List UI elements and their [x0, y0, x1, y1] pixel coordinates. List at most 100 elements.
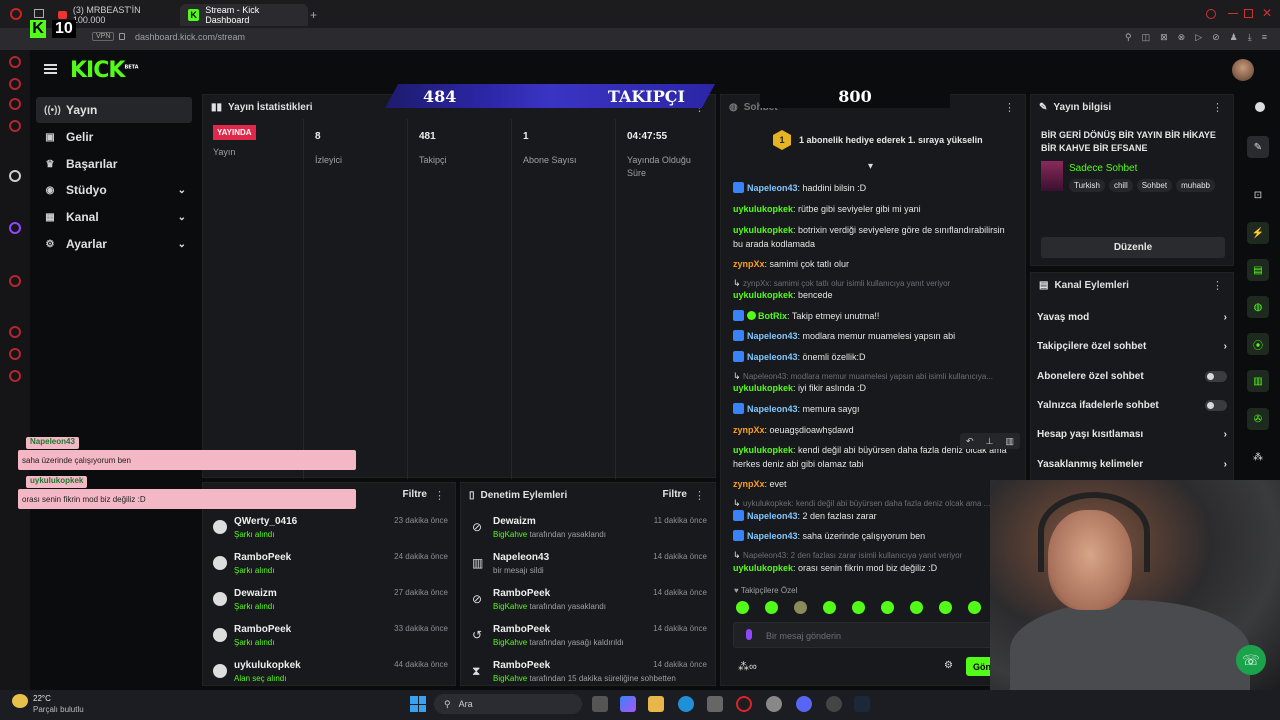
sidebar-app-icon[interactable] — [9, 78, 21, 90]
more-icon[interactable]: ⋮ — [1212, 279, 1223, 292]
taskbar-search[interactable]: ⚲ Ara — [434, 694, 582, 714]
download-icon[interactable]: ⤓ — [1248, 32, 1252, 43]
chat-icon[interactable]: ◍ — [1247, 296, 1269, 318]
chat-username[interactable]: zynpXx — [733, 479, 765, 489]
pin-icon[interactable]: ⚲ — [1125, 32, 1132, 43]
chat-username[interactable]: uykulukopkek — [733, 204, 793, 214]
avatar[interactable] — [1232, 59, 1254, 81]
edge-icon[interactable] — [678, 696, 694, 712]
chat-message[interactable]: BotRix: Takip etmeyi unutma!! — [733, 309, 1015, 323]
reply-icon[interactable]: ↶ — [966, 436, 974, 447]
emote-icon[interactable] — [881, 601, 894, 614]
chat-username[interactable]: uykulukopkek — [733, 225, 793, 235]
shield-icon[interactable]: ⊠ — [1160, 32, 1168, 43]
emote-icon[interactable] — [823, 601, 836, 614]
sidebar-item-ayarlar[interactable]: ⚙ Ayarlar ⌄ — [36, 231, 192, 257]
moderator-name[interactable]: BigKahve — [493, 530, 527, 539]
moderator-name[interactable]: BigKahve — [493, 674, 527, 683]
list-item[interactable]: RamboPeek Şarkı alındı 33 dakika önce — [234, 624, 448, 647]
sidebar-item-studyo[interactable]: ◉ Stüdyo ⌄ — [36, 177, 192, 203]
chat-username[interactable]: Napeleon43 — [747, 531, 798, 541]
channel-action-row[interactable]: Yasaklanmış kelimeler › — [1037, 459, 1227, 470]
close-icon[interactable]: ✕ — [1262, 6, 1272, 20]
bolt-icon[interactable]: ⚡ — [1247, 222, 1269, 244]
settings-icon[interactable] — [766, 696, 782, 712]
chat-message[interactable]: Napeleon43: önemli özellik:D — [733, 350, 1015, 364]
mic-icon[interactable] — [746, 629, 752, 640]
broadcast-icon[interactable]: ⦿ — [1247, 333, 1269, 355]
chat-username[interactable]: Napeleon43 — [747, 331, 798, 341]
search-icon[interactable] — [1206, 9, 1216, 19]
camera-icon[interactable]: ◫ — [1142, 32, 1151, 43]
discord-icon[interactable] — [796, 696, 812, 712]
list-item[interactable]: uykulukopkek Alan seç alındı 44 dakika önc… — [234, 660, 448, 683]
list-item[interactable]: Dewaizm BigKahve tarafından yasaklandı 11 … — [493, 516, 707, 539]
channel-action-row[interactable]: Yavaş mod › — [1037, 312, 1227, 323]
minimize-icon[interactable] — [1228, 13, 1238, 14]
url-field[interactable]: dashboard.kick.com/stream — [135, 32, 245, 42]
file-explorer-icon[interactable] — [648, 696, 664, 712]
windows-start-icon[interactable] — [410, 696, 426, 712]
maximize-icon[interactable] — [1244, 9, 1253, 18]
chat-message[interactable]: Napeleon43: saha üzerinde çalışıyorum be… — [733, 529, 1015, 543]
moderator-name[interactable]: BigKahve — [493, 602, 527, 611]
pinned-message[interactable]: 1 abonelik hediye ederek 1. sıraya yükse… — [799, 135, 983, 145]
emote-icon[interactable] — [852, 601, 865, 614]
more-icon[interactable]: ⋮ — [1004, 101, 1015, 114]
extension-icon[interactable]: ⊗ — [1178, 32, 1186, 43]
pin-icon[interactable]: ⊥ — [986, 436, 994, 447]
emote-icon[interactable] — [736, 601, 749, 614]
sidebar-app-icon[interactable] — [9, 170, 21, 182]
edit-button[interactable]: Düzenle — [1041, 237, 1225, 258]
obs-icon[interactable] — [826, 696, 842, 712]
copilot-icon[interactable] — [620, 696, 636, 712]
chat-message[interactable]: uykulukopkek: orası senin fikrin mod biz… — [733, 561, 1015, 575]
chat-username[interactable]: uykulukopkek — [733, 383, 793, 393]
channel-action-row[interactable]: Hesap yaşı kısıtlaması › — [1037, 429, 1227, 440]
chat-username[interactable]: Napeleon43 — [747, 352, 798, 362]
chat-username[interactable]: uykulukopkek — [733, 445, 793, 455]
channel-action-row[interactable]: Yalnızca ifadelerle sohbet — [1037, 399, 1227, 411]
edit-icon[interactable]: ✎ — [1247, 136, 1269, 158]
list-item[interactable]: RamboPeek Şarkı alındı 24 dakika önce — [234, 552, 448, 575]
menu-icon[interactable]: ≡ — [1262, 32, 1267, 43]
filter-button[interactable]: Filtre — [663, 489, 687, 500]
sidebar-app-icon[interactable] — [9, 275, 21, 287]
task-view-icon[interactable] — [592, 696, 608, 712]
chat-username[interactable]: zynpXx — [733, 425, 765, 435]
list-item[interactable]: RamboPeek BigKahve tarafından yasaklandı 1… — [493, 588, 707, 611]
channel-action-row[interactable]: Takipçilere özel sohbet › — [1037, 341, 1227, 352]
storage-icon[interactable]: ▥ — [1247, 370, 1269, 392]
chat-username[interactable]: Napeleon43 — [747, 183, 798, 193]
chat-username[interactable]: uykulukopkek — [733, 563, 793, 573]
chat-message[interactable]: uykulukopkek: bencede — [733, 288, 1015, 302]
chat-username[interactable]: Napeleon43 — [747, 511, 798, 521]
apps-icon[interactable]: ⁂ — [1247, 446, 1269, 468]
chat-username[interactable]: zynpXx — [733, 259, 765, 269]
flow-icon[interactable]: ⊘ — [1212, 32, 1220, 43]
opera-icon[interactable] — [736, 696, 752, 712]
settings-icon[interactable] — [9, 370, 21, 382]
chat-username[interactable]: Napeleon43 — [747, 404, 798, 414]
sidebar-app-icon[interactable] — [9, 56, 21, 68]
play-icon[interactable]: ▷ — [1195, 32, 1202, 43]
kick-logo[interactable]: KICKBETA — [70, 58, 139, 83]
camera-icon[interactable]: ⊡ — [1247, 184, 1269, 206]
opera-logo-icon[interactable] — [10, 8, 22, 20]
scroll-down-icon[interactable]: ▾ — [868, 161, 873, 172]
new-tab-button[interactable]: + — [310, 8, 317, 22]
workspace-icon[interactable] — [34, 9, 44, 18]
store-icon[interactable] — [707, 696, 723, 712]
sidebar-item-gelir[interactable]: ▣ Gelir — [36, 124, 192, 150]
chat-message[interactable]: Napeleon43: 2 den fazlası zarar — [733, 509, 1015, 523]
twitch-icon[interactable] — [9, 222, 21, 234]
list-item[interactable]: RamboPeek BigKahve tarafından 15 dakika s… — [493, 660, 707, 683]
sidebar-item-basarilar[interactable]: ♛ Başarılar — [36, 151, 192, 177]
sidebar-item-yayin[interactable]: ((•)) Yayın — [36, 97, 192, 123]
chat-message[interactable]: Napeleon43: memura saygı — [733, 402, 1015, 416]
vpn-badge[interactable]: VPN — [92, 32, 115, 41]
chat-message[interactable]: zynpXx: evet — [733, 477, 1015, 491]
more-icon[interactable]: ⋮ — [434, 489, 445, 502]
list-item[interactable]: RamboPeek BigKahve tarafından yasağı kald… — [493, 624, 707, 647]
sidebar-item-kanal[interactable]: ▦ Kanal ⌄ — [36, 204, 192, 230]
